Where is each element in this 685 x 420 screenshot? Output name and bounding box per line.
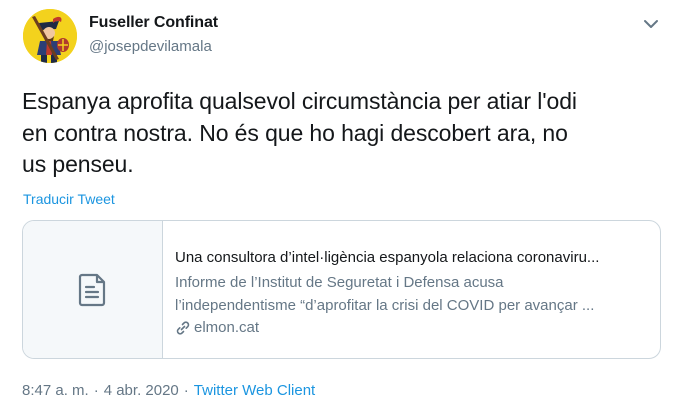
link-preview-card[interactable]: Una consultora d’intel·ligència espanyol… (22, 220, 661, 359)
card-title: Una consultora d’intel·ligència espanyol… (175, 249, 600, 266)
card-description-line: l’independentisme “d’aprofitar la crisi … (175, 297, 595, 314)
tweet-menu-button[interactable] (640, 13, 662, 35)
card-description: Informe de l’Institut de Seguretat i Def… (175, 271, 650, 317)
tweet-client-link[interactable]: Twitter Web Client (194, 382, 315, 399)
tweet: Fuseller Confinat @josepdevilamala Espan… (0, 0, 685, 420)
card-description-line: Informe de l’Institut de Seguretat i Def… (175, 274, 504, 291)
chevron-down-icon (644, 20, 658, 28)
tweet-metadata: 8:47 a. m. · 4 abr. 2020 · Twitter Web C… (22, 382, 315, 399)
link-icon (175, 320, 191, 336)
separator: · (93, 382, 99, 399)
user-handle[interactable]: @josepdevilamala (89, 38, 212, 55)
document-icon (78, 273, 105, 306)
display-name[interactable]: Fuseller Confinat (89, 14, 218, 32)
tweet-text-line: Espanya aprofita qualsevol circumstància… (22, 88, 577, 114)
tweet-text-line: en contra nostra. No és que ho hagi desc… (22, 119, 568, 146)
musketeer-avatar-icon (23, 9, 77, 63)
tweet-time[interactable]: 8:47 a. m. (22, 382, 89, 399)
card-thumbnail (23, 221, 163, 358)
separator: · (183, 382, 189, 399)
tweet-text: Espanya aprofita qualsevol circumstància… (22, 86, 662, 181)
card-domain: elmon.cat (175, 319, 259, 336)
card-domain-text: elmon.cat (194, 319, 260, 336)
translate-tweet-link[interactable]: Traducir Tweet (23, 191, 115, 207)
avatar[interactable] (23, 9, 77, 63)
tweet-date[interactable]: 4 abr. 2020 (104, 382, 179, 399)
tweet-text-line: us penseu. (22, 151, 134, 177)
